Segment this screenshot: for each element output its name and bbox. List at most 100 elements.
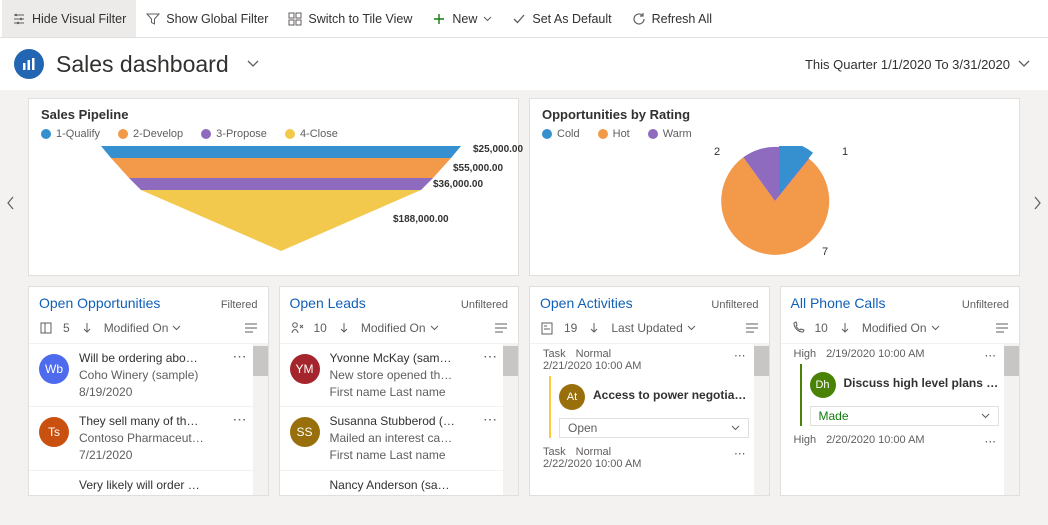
list-item[interactable]: Nancy Anderson (sa… [280, 471, 519, 495]
activity-status-selector[interactable]: Open [559, 418, 749, 438]
card-filter-status: Filtered [221, 299, 258, 311]
avatar: Ts [39, 417, 69, 447]
sliders-icon [12, 12, 26, 26]
card-title[interactable]: Open Activities [540, 295, 633, 311]
activity-item[interactable]: Task Normal 2/21/2020 10:00 AM ⋯ At Acce… [530, 344, 769, 442]
show-global-filter-button[interactable]: Show Global Filter [136, 0, 278, 37]
sort-field-selector[interactable]: Modified On [862, 321, 940, 335]
toolbar-label: Switch to Tile View [308, 12, 412, 26]
refresh-all-button[interactable]: Refresh All [622, 0, 722, 37]
more-options[interactable]: ⋯ [734, 446, 747, 460]
item-subtitle: Mailed an interest ca… [330, 430, 499, 447]
more-options[interactable]: ⋯ [985, 348, 998, 362]
toolbar-label: Refresh All [652, 12, 712, 26]
avatar: Dh [810, 372, 836, 398]
list-item[interactable]: Very likely will order … [29, 471, 268, 495]
dashboard-icon [14, 49, 44, 79]
scroll-right-button[interactable] [1028, 190, 1046, 216]
pie-value-cold: 1 [842, 146, 848, 158]
list-item[interactable]: YM Yvonne McKay (sam… New store opened t… [280, 344, 519, 407]
avatar: At [559, 384, 585, 410]
more-options[interactable]: ⋯ [734, 348, 747, 362]
activity-item[interactable]: Task Normal 2/22/2020 10:00 AM ⋯ [530, 442, 769, 474]
card-title[interactable]: Open Leads [290, 295, 366, 311]
funnel-value-qualify: $25,000.00 [473, 144, 523, 155]
sort-field-selector[interactable]: Last Updated [611, 321, 695, 335]
dashboard-area: Sales Pipeline 1-Qualify 2-Develop 3-Pro… [0, 90, 1048, 525]
avatar: SS [290, 417, 320, 447]
sort-field-selector[interactable]: Modified On [104, 321, 182, 335]
toolbar-label: New [452, 12, 477, 26]
list-settings-icon[interactable] [244, 321, 258, 335]
sort-down-icon[interactable] [80, 321, 94, 335]
call-priority: High [794, 434, 817, 446]
chart-legend: Cold Hot Warm [542, 128, 1007, 140]
hide-visual-filter-button[interactable]: Hide Visual Filter [2, 0, 136, 37]
more-options[interactable]: ⋯ [483, 411, 498, 428]
item-owner: First name Last name [330, 384, 499, 401]
date-range-text: This Quarter 1/1/2020 To 3/31/2020 [805, 57, 1010, 72]
scroll-left-button[interactable] [2, 190, 20, 216]
sort-field-selector[interactable]: Modified On [361, 321, 439, 335]
avatar: YM [290, 354, 320, 384]
more-options[interactable]: ⋯ [483, 348, 498, 365]
record-count: 19 [564, 321, 577, 335]
activity-priority: Normal [576, 446, 611, 458]
pie-chart: 1 7 2 [542, 146, 1007, 256]
set-default-button[interactable]: Set As Default [502, 0, 621, 37]
phonecall-item[interactable]: High 2/19/2020 10:00 AM ⋯ Dh Discuss hig… [781, 344, 1020, 430]
item-account: Coho Winery (sample) [79, 367, 248, 384]
open-leads-card: Open Leads Unfiltered 10 Modified On [279, 286, 520, 496]
activity-timestamp: 2/22/2020 10:00 AM [543, 458, 641, 470]
legend-label: 2-Develop [133, 128, 183, 140]
sort-down-icon[interactable] [838, 321, 852, 335]
more-options[interactable]: ⋯ [233, 348, 248, 365]
card-title[interactable]: Open Opportunities [39, 295, 160, 311]
chart-title: Opportunities by Rating [542, 107, 1007, 122]
item-title: Nancy Anderson (sa… [330, 477, 499, 494]
more-options[interactable]: ⋯ [985, 434, 998, 448]
sort-down-icon[interactable] [337, 321, 351, 335]
funnel-chart: $25,000.00 $55,000.00 $36,000.00 $188,00… [81, 146, 506, 256]
list-settings-icon[interactable] [494, 321, 508, 335]
item-subtitle: New store opened th… [330, 367, 499, 384]
call-subject: Discuss high level plans for f… [844, 376, 1000, 390]
pie-value-warm: 2 [714, 146, 720, 158]
sales-pipeline-chart[interactable]: Sales Pipeline 1-Qualify 2-Develop 3-Pro… [28, 98, 519, 276]
phonecall-item[interactable]: High 2/20/2020 10:00 AM ⋯ [781, 430, 1020, 450]
item-date: 7/21/2020 [79, 447, 248, 464]
activity-timestamp: 2/21/2020 10:00 AM [543, 360, 641, 372]
grid-icon [288, 12, 302, 26]
sort-down-icon[interactable] [587, 321, 601, 335]
new-button[interactable]: New [422, 0, 502, 37]
item-owner: First name Last name [330, 447, 499, 464]
page-header: Sales dashboard This Quarter 1/1/2020 To… [0, 38, 1048, 90]
call-timestamp: 2/19/2020 10:00 AM [826, 348, 924, 360]
list-item[interactable]: Wb Will be ordering abo… Coho Winery (sa… [29, 344, 268, 407]
chart-title: Sales Pipeline [41, 107, 506, 122]
switch-tile-view-button[interactable]: Switch to Tile View [278, 0, 422, 37]
command-bar: Hide Visual Filter Show Global Filter Sw… [0, 0, 1048, 38]
list-settings-icon[interactable] [745, 321, 759, 335]
phone-icon [791, 321, 805, 335]
record-count: 10 [314, 321, 327, 335]
avatar: Wb [39, 354, 69, 384]
legend-label: Hot [613, 128, 630, 140]
card-filter-status: Unfiltered [962, 299, 1009, 311]
list-settings-icon[interactable] [995, 321, 1009, 335]
activity-type: Task [543, 446, 566, 458]
activity-priority: Normal [576, 348, 611, 360]
card-filter-status: Unfiltered [711, 299, 758, 311]
view-selector[interactable] [247, 60, 259, 68]
entity-icon [39, 321, 53, 335]
date-range-selector[interactable]: This Quarter 1/1/2020 To 3/31/2020 [805, 57, 1030, 72]
list-item[interactable]: SS Susanna Stubberod (… Mailed an intere… [280, 407, 519, 470]
call-status-selector[interactable]: Made [810, 406, 1000, 426]
page-title: Sales dashboard [56, 51, 229, 78]
list-item[interactable]: Ts They sell many of th… Contoso Pharmac… [29, 407, 268, 470]
opportunities-rating-chart[interactable]: Opportunities by Rating Cold Hot Warm 1 [529, 98, 1020, 276]
all-phone-calls-card: All Phone Calls Unfiltered 10 Modified O… [780, 286, 1021, 496]
more-options[interactable]: ⋯ [233, 411, 248, 428]
item-title: Very likely will order … [79, 477, 248, 494]
card-title[interactable]: All Phone Calls [791, 295, 886, 311]
